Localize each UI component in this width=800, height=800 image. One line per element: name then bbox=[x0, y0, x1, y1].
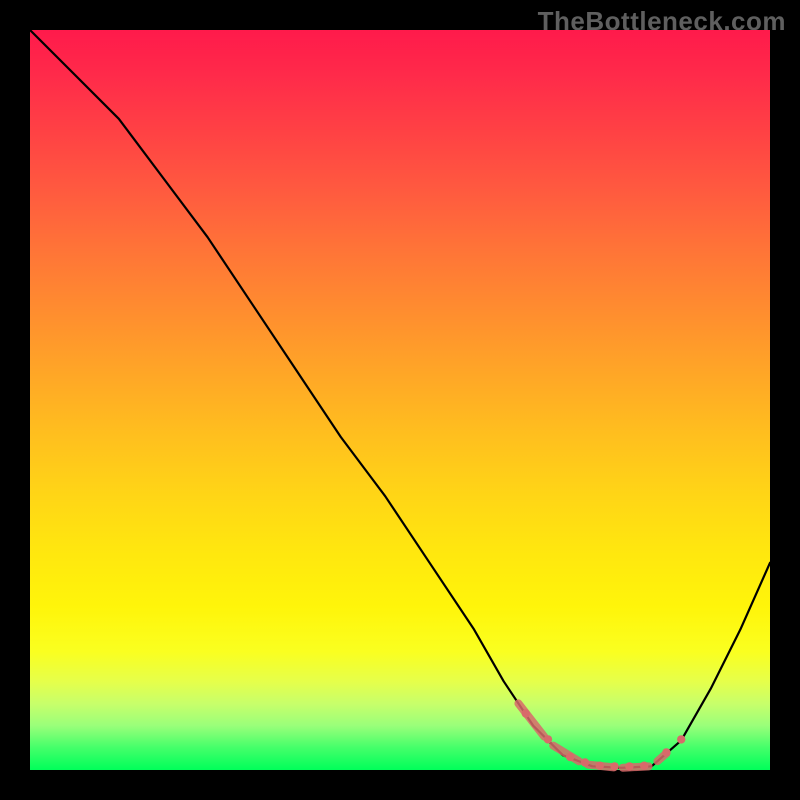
bottleneck-curve bbox=[30, 30, 770, 768]
chart-frame: TheBottleneck.com bbox=[0, 0, 800, 800]
curve-svg-layer bbox=[30, 30, 770, 770]
plot-area bbox=[30, 30, 770, 770]
optimal-region-marker bbox=[518, 703, 666, 767]
